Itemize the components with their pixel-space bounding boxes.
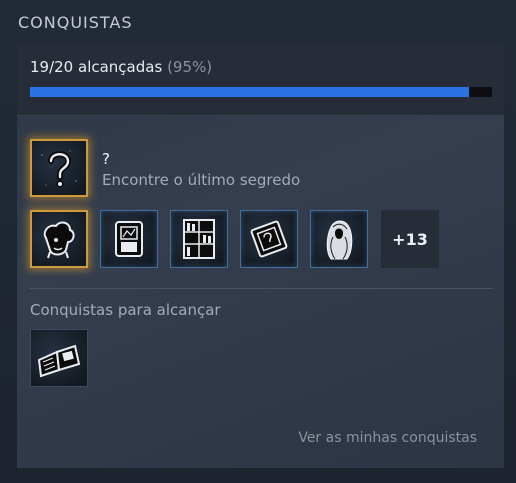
- progress-bar: [30, 87, 492, 97]
- open-book-icon[interactable]: [30, 329, 88, 387]
- gingerbread-head-icon[interactable]: [30, 210, 88, 268]
- achievements-panel: 19/20 alcançadas (95%) ? Encontre o últi…: [17, 44, 504, 468]
- divider: [30, 288, 493, 289]
- progress-area: 19/20 alcançadas (95%): [17, 44, 504, 116]
- bookshelf-icon[interactable]: [170, 210, 228, 268]
- framed-picture-icon[interactable]: [100, 210, 158, 268]
- view-my-achievements-link[interactable]: Ver as minhas conquistas: [298, 430, 477, 446]
- featured-achievement[interactable]: [30, 139, 88, 197]
- progress-count: 19/20 alcançadas: [30, 58, 163, 76]
- progress-label: 19/20 alcançadas (95%): [30, 58, 212, 76]
- progress-percent: (95%): [167, 58, 213, 76]
- more-achievements-badge[interactable]: +13: [381, 210, 439, 268]
- progress-bar-fill: [30, 87, 469, 97]
- to-get-title: Conquistas para alcançar: [30, 301, 221, 319]
- woman-portrait-icon[interactable]: [310, 210, 368, 268]
- featured-achievement-description: Encontre o último segredo: [102, 171, 301, 189]
- tilted-photo-icon[interactable]: [240, 210, 298, 268]
- section-title: CONQUISTAS: [18, 13, 133, 32]
- question-mark-icon: [30, 139, 88, 197]
- achievements-widget: CONQUISTAS 19/20 alcançadas (95%) ? Enco…: [0, 0, 516, 483]
- featured-achievement-title: ?: [102, 150, 110, 168]
